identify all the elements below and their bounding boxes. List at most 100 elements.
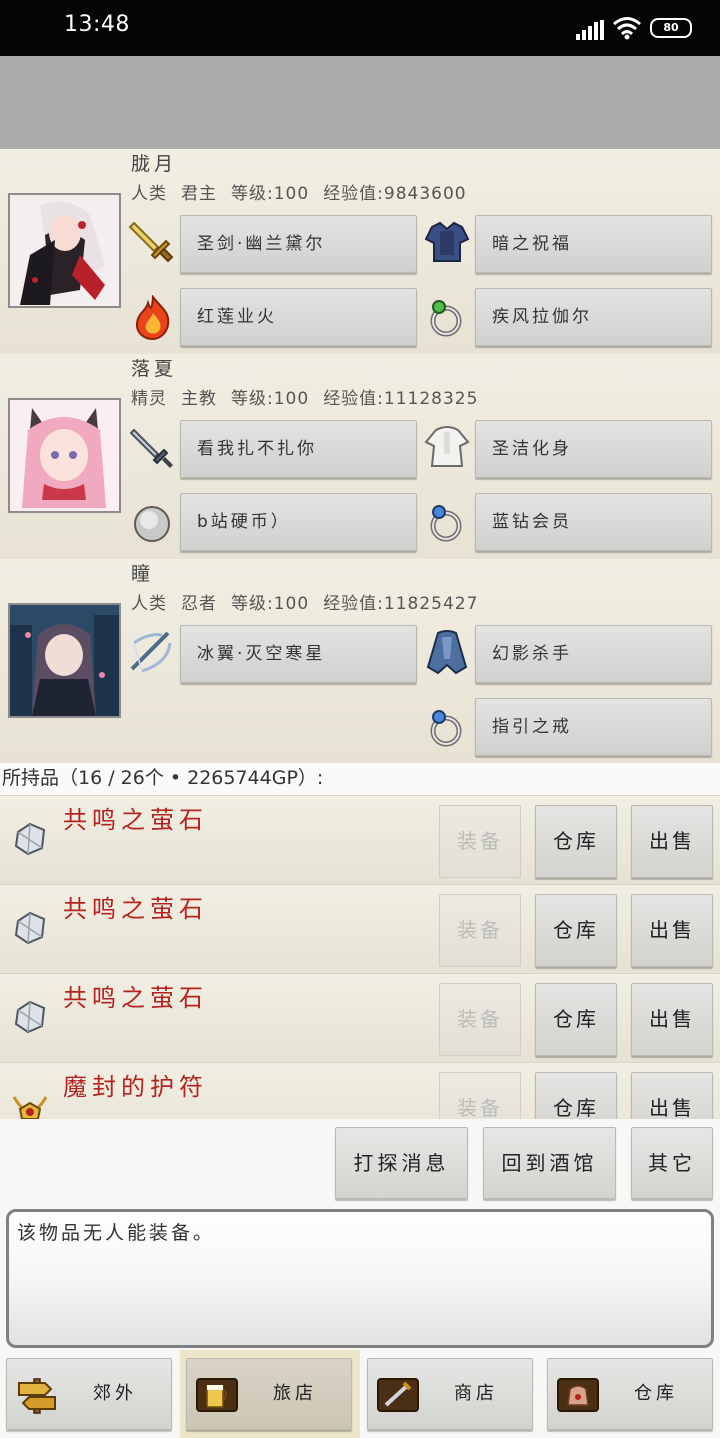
nav-label: 仓库 bbox=[634, 1383, 678, 1404]
status-time: 13:48 bbox=[64, 12, 130, 37]
signal-icon bbox=[576, 20, 604, 40]
equip-button[interactable]: 装备 bbox=[439, 1072, 521, 1119]
equip-button[interactable]: 装备 bbox=[439, 805, 521, 878]
coin-icon bbox=[134, 506, 170, 542]
battery-icon: 80 bbox=[650, 18, 692, 38]
crossbow-icon bbox=[130, 631, 172, 673]
crystal-icon bbox=[14, 911, 46, 945]
hero-exp: 经验值:11128325 bbox=[323, 389, 479, 409]
storage-button[interactable]: 仓库 bbox=[535, 894, 617, 967]
sell-button[interactable]: 出售 bbox=[631, 1072, 713, 1119]
equip-weapon-button[interactable]: 冰翼·灭空寒星 bbox=[180, 625, 417, 683]
storage-button[interactable]: 仓库 bbox=[535, 983, 617, 1056]
beer-sign-icon bbox=[196, 1378, 238, 1412]
hero-level: 等级:100 bbox=[231, 594, 310, 614]
hero-name: 落夏 bbox=[131, 358, 178, 380]
hero-portrait bbox=[10, 605, 119, 716]
equip-accessory-button[interactable]: 蓝钻会员 bbox=[475, 493, 712, 551]
item-name: 共鸣之萤石 bbox=[63, 806, 208, 834]
hero-avatar[interactable] bbox=[8, 398, 121, 513]
amulet-icon bbox=[12, 1096, 48, 1119]
ring-icon bbox=[430, 505, 462, 542]
hero-race: 精灵 bbox=[131, 389, 167, 409]
inventory-row[interactable]: 共鸣之萤石 装备 仓库 出售 bbox=[0, 973, 720, 1062]
wifi-icon bbox=[613, 17, 641, 40]
equip-armor-button[interactable]: 幻影杀手 bbox=[475, 625, 712, 683]
hero-stats: 人类 君主 等级:100 经验值:9843600 bbox=[131, 179, 481, 204]
ring-icon bbox=[430, 710, 462, 747]
bag-sign-icon bbox=[557, 1378, 599, 1412]
inventory-row[interactable]: 共鸣之萤石 装备 仓库 出售 bbox=[0, 795, 720, 884]
item-name: 共鸣之萤石 bbox=[63, 984, 208, 1012]
hero-stats: 人类 忍者 等级:100 经验值:11825427 bbox=[131, 589, 492, 614]
dagger-icon bbox=[129, 428, 173, 468]
nav-label: 旅店 bbox=[273, 1383, 317, 1404]
party-panel: 胧月 人类 君主 等级:100 经验值:9843600 圣剑·幽兰黛尔 暗之祝福… bbox=[0, 149, 720, 763]
return-tavern-button[interactable]: 回到酒馆 bbox=[483, 1127, 616, 1199]
sell-button[interactable]: 出售 bbox=[631, 894, 713, 967]
nav-shop[interactable]: 商店 bbox=[367, 1358, 533, 1430]
gather-info-button[interactable]: 打探消息 bbox=[335, 1127, 468, 1199]
hero-portrait bbox=[10, 195, 119, 306]
hero-card: 瞳 人类忍者等级:100 经验值:11825427 冰翼·灭空寒星 幻影杀手 bbox=[0, 559, 720, 763]
signpost-icon bbox=[18, 1378, 56, 1414]
hero-job: 主教 bbox=[181, 389, 217, 409]
hero-level: 等级:100 bbox=[231, 184, 310, 204]
crystal-icon bbox=[14, 822, 46, 856]
action-bar: 打探消息 回到酒馆 其它 bbox=[0, 1119, 720, 1205]
hero-job: 忍者 bbox=[181, 594, 217, 614]
item-name: 魔封的护符 bbox=[63, 1073, 208, 1101]
equip-accessory-button[interactable]: 红莲业火 bbox=[180, 288, 417, 346]
nav-inn[interactable]: 旅店 bbox=[186, 1358, 352, 1430]
equip-accessory-button[interactable]: 指引之戒 bbox=[475, 698, 712, 756]
other-button[interactable]: 其它 bbox=[631, 1127, 713, 1199]
nav-label: 商店 bbox=[454, 1383, 498, 1404]
equip-accessory-button[interactable]: 疾风拉伽尔 bbox=[475, 288, 712, 346]
shop-sign-icon bbox=[377, 1378, 419, 1412]
nav-outskirts[interactable]: 郊外 bbox=[6, 1358, 172, 1430]
equip-weapon-button[interactable]: 圣剑·幽兰黛尔 bbox=[180, 215, 417, 273]
fire-icon bbox=[135, 295, 170, 341]
hero-name: 瞳 bbox=[131, 563, 155, 585]
equip-armor-button[interactable]: 暗之祝福 bbox=[475, 215, 712, 273]
hero-race: 人类 bbox=[131, 184, 167, 204]
storage-button[interactable]: 仓库 bbox=[535, 1072, 617, 1119]
storage-button[interactable]: 仓库 bbox=[535, 805, 617, 878]
message-box: 该物品无人能装备。 bbox=[6, 1209, 714, 1348]
robe-icon bbox=[424, 426, 470, 467]
nav-warehouse[interactable]: 仓库 bbox=[547, 1358, 713, 1430]
cloak-icon bbox=[426, 630, 468, 675]
hero-level: 等级:100 bbox=[231, 389, 310, 409]
equip-weapon-button[interactable]: 看我扎不扎你 bbox=[180, 420, 417, 478]
sell-button[interactable]: 出售 bbox=[631, 983, 713, 1056]
nav-label: 郊外 bbox=[93, 1383, 137, 1404]
inventory-header: 所持品（16 / 26个 • 2265744GP）: bbox=[0, 763, 720, 795]
hero-exp: 经验值:11825427 bbox=[323, 594, 479, 614]
message-area: 该物品无人能装备。 bbox=[0, 1205, 720, 1353]
armor-icon bbox=[424, 221, 470, 262]
hero-avatar[interactable] bbox=[8, 603, 121, 718]
hero-card: 落夏 精灵主教等级:100 经验值:11128325 看我扎不扎你 圣洁化身 bbox=[0, 354, 720, 559]
sell-button[interactable]: 出售 bbox=[631, 805, 713, 878]
item-name: 共鸣之萤石 bbox=[63, 895, 208, 923]
hero-exp: 经验值:9843600 bbox=[323, 184, 467, 204]
equip-armor-button[interactable]: 圣洁化身 bbox=[475, 420, 712, 478]
hero-avatar[interactable] bbox=[8, 193, 121, 308]
hero-stats: 精灵 主教 等级:100 经验值:11128325 bbox=[131, 384, 492, 409]
inventory-list[interactable]: 共鸣之萤石 装备 仓库 出售 共鸣之萤石 装备 仓库 出售 共鸣之萤石 装备 仓… bbox=[0, 795, 720, 1119]
equip-accessory-button[interactable]: b站硬币） bbox=[180, 493, 417, 551]
sword-icon bbox=[128, 221, 174, 263]
hero-job: 君主 bbox=[181, 184, 217, 204]
inventory-row[interactable]: 魔封的护符 装备 仓库 出售 bbox=[0, 1062, 720, 1119]
hero-name: 胧月 bbox=[131, 153, 178, 175]
hero-race: 人类 bbox=[131, 594, 167, 614]
hero-portrait bbox=[10, 400, 119, 511]
status-bar: 13:48 80 bbox=[0, 0, 720, 56]
equip-button[interactable]: 装备 bbox=[439, 894, 521, 967]
hero-card: 胧月 人类 君主 等级:100 经验值:9843600 圣剑·幽兰黛尔 暗之祝福… bbox=[0, 149, 720, 354]
title-area bbox=[0, 56, 720, 149]
ring-icon bbox=[430, 300, 462, 337]
equip-button[interactable]: 装备 bbox=[439, 983, 521, 1056]
crystal-icon bbox=[14, 1000, 46, 1034]
inventory-row[interactable]: 共鸣之萤石 装备 仓库 出售 bbox=[0, 884, 720, 973]
